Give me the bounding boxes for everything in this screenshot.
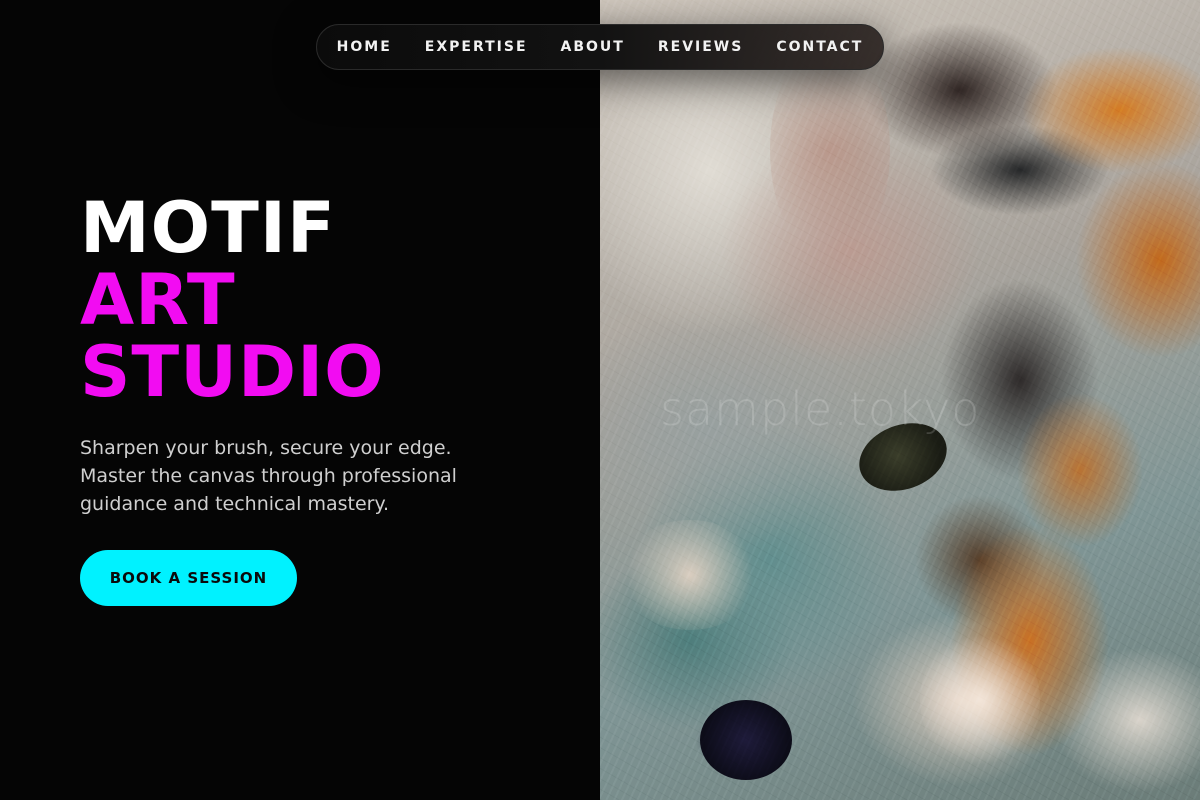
nav-about-link[interactable]: ABOUT xyxy=(561,39,625,55)
nav-expertise-link[interactable]: EXPERTISE xyxy=(425,39,528,55)
title-line-art: ART xyxy=(80,259,236,341)
nav-contact-link[interactable]: CONTACT xyxy=(776,39,863,55)
title-line-studio: STUDIO xyxy=(80,331,385,413)
hero-subtitle: Sharpen your brush, secure your edge. Ma… xyxy=(80,437,457,515)
book-session-button[interactable]: BOOK A SESSION xyxy=(80,550,297,606)
nav-home-link[interactable]: HOME xyxy=(337,39,392,55)
nav-reviews-link[interactable]: REVIEWS xyxy=(658,39,743,55)
hero-painting-image: sample.tokyo xyxy=(600,0,1200,800)
hero-panel: MOTIF ART STUDIO Sharpen your brush, sec… xyxy=(0,0,600,800)
image-watermark: sample.tokyo xyxy=(660,382,981,436)
hero-title: MOTIF ART STUDIO xyxy=(80,192,385,408)
main-nav: HOME EXPERTISE ABOUT REVIEWS CONTACT xyxy=(316,24,884,70)
landing-page: MOTIF ART STUDIO Sharpen your brush, sec… xyxy=(0,0,1200,800)
title-line-motif: MOTIF xyxy=(80,187,336,269)
